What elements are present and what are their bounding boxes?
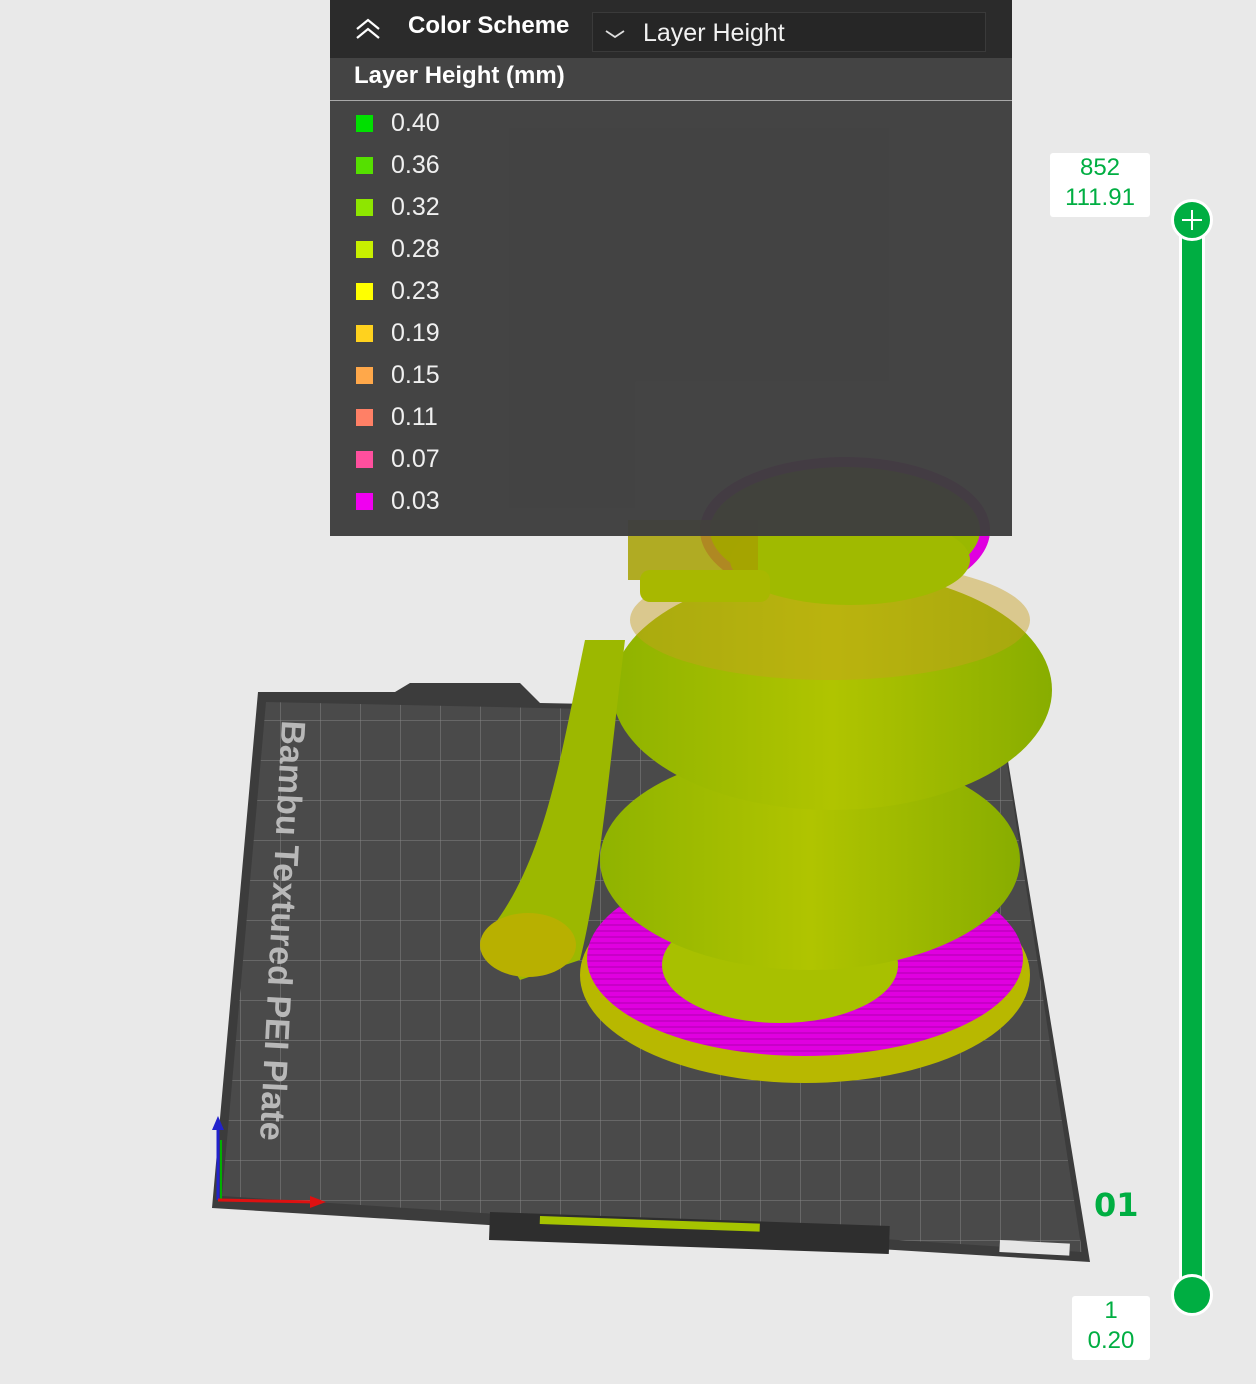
legend-value: 0.19 xyxy=(391,319,440,347)
legend-value: 0.11 xyxy=(391,403,438,431)
color-scheme-legend: Color Scheme Layer Height Layer Height (… xyxy=(330,0,1012,536)
chevron-down-icon xyxy=(605,30,625,39)
slider-bottom-thumb[interactable] xyxy=(1171,1274,1213,1316)
legend-swatch xyxy=(356,493,373,510)
slider-top-label: 852 111.91 xyxy=(1050,153,1150,217)
legend-title: Layer Height (mm) xyxy=(354,62,565,89)
legend-value: 0.23 xyxy=(391,277,440,305)
legend-swatch xyxy=(356,367,373,384)
legend-value: 0.32 xyxy=(391,193,440,221)
legend-value: 0.28 xyxy=(391,235,440,263)
top-layer-height: 111.91 xyxy=(1065,184,1135,211)
legend-swatch xyxy=(356,199,373,216)
legend-swatch xyxy=(356,409,373,426)
legend-swatch xyxy=(356,115,373,132)
legend-value: 0.03 xyxy=(391,487,440,515)
bottom-layer-height: 0.20 xyxy=(1087,1327,1135,1354)
plate-number[interactable]: 01 xyxy=(1094,1186,1139,1224)
layer-slider-track[interactable] xyxy=(1179,210,1205,1308)
legend-header: Color Scheme Layer Height xyxy=(330,0,1012,58)
slider-bottom-label: 1 0.20 xyxy=(1072,1296,1150,1360)
legend-value: 0.36 xyxy=(391,151,440,179)
legend-divider xyxy=(330,100,1012,101)
color-scheme-dropdown[interactable]: Layer Height xyxy=(592,12,986,52)
plus-icon-vertical xyxy=(1191,210,1193,230)
bottom-layer-number: 1 xyxy=(1104,1297,1118,1324)
color-scheme-selected: Layer Height xyxy=(643,19,785,47)
double-chevron-up-icon xyxy=(356,18,380,39)
legend-value: 0.40 xyxy=(391,109,440,137)
top-layer-number: 852 xyxy=(1079,154,1121,181)
legend-swatch xyxy=(356,241,373,258)
legend-swatch xyxy=(356,283,373,300)
legend-swatch xyxy=(356,157,373,174)
collapse-legend-button[interactable] xyxy=(352,14,384,44)
legend-swatch xyxy=(356,325,373,342)
legend-value: 0.15 xyxy=(391,361,440,389)
color-scheme-label: Color Scheme xyxy=(408,12,570,39)
legend-swatch xyxy=(356,451,373,468)
slider-top-thumb[interactable] xyxy=(1171,199,1213,241)
legend-value: 0.07 xyxy=(391,445,440,473)
